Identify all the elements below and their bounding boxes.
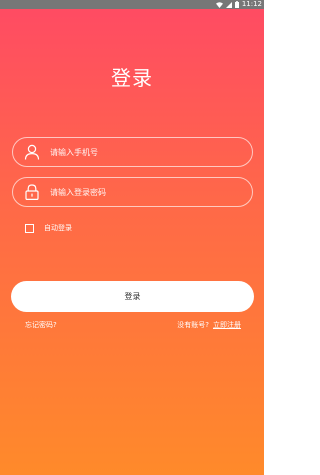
remember-label: 自动登录 [44,224,72,232]
phone-input[interactable] [50,144,242,160]
remember-checkbox[interactable] [25,223,34,233]
battery-icon [234,1,239,8]
status-bar: 11:12 [0,0,264,9]
register-link[interactable]: 立即注册 [213,320,241,330]
status-bar-right: 11:12 [215,0,262,9]
lock-icon [24,184,40,200]
password-input[interactable] [50,184,242,200]
status-time: 11:12 [241,0,262,8]
signal-icon [225,1,232,8]
login-screen: 11:12 登录 自动登录 登录 忘记密码? 没有账号? 立即注册 [0,0,264,475]
login-button[interactable]: 登录 [11,281,254,312]
phone-field[interactable] [12,137,253,167]
page-title: 登录 [111,66,153,90]
user-icon [24,144,40,160]
remember-toggle[interactable]: 自动登录 [25,223,72,233]
wifi-icon [215,1,223,8]
register-row: 没有账号? 立即注册 [177,320,241,330]
no-account-text: 没有账号? [177,321,209,329]
password-field[interactable] [12,177,253,207]
forgot-password-link[interactable]: 忘记密码? [25,320,57,330]
